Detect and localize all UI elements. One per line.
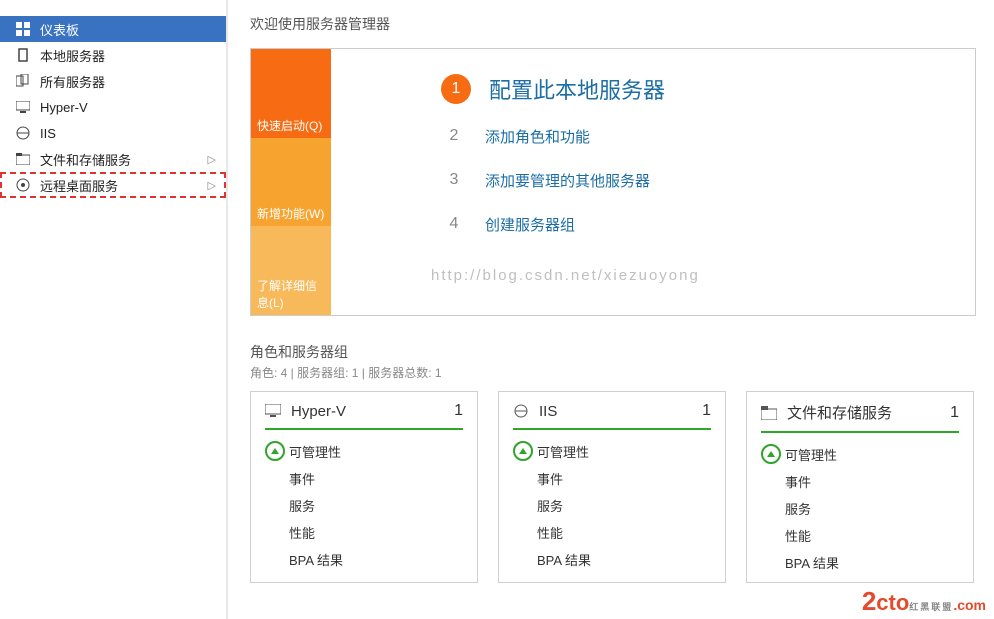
tab-label: 新增功能(W): [257, 205, 324, 222]
card-line-bpa[interactable]: BPA 结果: [761, 549, 959, 576]
card-line-bpa[interactable]: BPA 结果: [513, 546, 711, 573]
step-number: 1: [441, 74, 471, 104]
file-icon: [761, 406, 777, 420]
sidebar-item-label: 本地服务器: [40, 46, 105, 65]
main-content: 欢迎使用服务器管理器 快速启动(Q) 新增功能(W) 了解详细信息(L) 1 配…: [228, 0, 994, 583]
card-file-storage[interactable]: 文件和存储服务 1 可管理性 事件 服务 性能 BPA 结果: [746, 391, 974, 583]
iis-icon: [14, 126, 32, 140]
hyperv-icon: [14, 101, 32, 113]
sidebar-item-iis[interactable]: IIS: [0, 120, 226, 146]
sidebar: 仪表板 本地服务器 所有服务器 Hyper-V IIS 文件和存储服务 ▷ 远程…: [0, 0, 228, 619]
step-number: 2: [441, 123, 467, 149]
step-text: 添加角色和功能: [485, 126, 590, 147]
step-text: 配置此本地服务器: [489, 73, 665, 105]
card-line-events[interactable]: 事件: [761, 468, 959, 495]
card-line-services[interactable]: 服务: [265, 492, 463, 519]
step-add-servers[interactable]: 3 添加要管理的其他服务器: [441, 167, 963, 193]
tab-quickstart[interactable]: 快速启动(Q): [251, 49, 331, 138]
watermark-text: http://blog.csdn.net/xiezuoyong: [431, 267, 963, 284]
chevron-right-icon: ▷: [208, 179, 216, 192]
card-line-events[interactable]: 事件: [513, 465, 711, 492]
card-line-manageability[interactable]: 可管理性: [761, 441, 959, 468]
card-count: 1: [454, 402, 463, 420]
dashboard-icon: [14, 22, 32, 36]
step-number: 3: [441, 167, 467, 193]
status-ok-icon: [761, 444, 781, 464]
role-cards: Hyper-V 1 可管理性 事件 服务 性能 BPA 结果 IIS 1 可管理…: [250, 391, 976, 583]
sidebar-item-label: Hyper-V: [40, 100, 88, 115]
file-icon: [14, 153, 32, 165]
card-hyperv[interactable]: Hyper-V 1 可管理性 事件 服务 性能 BPA 结果: [250, 391, 478, 583]
server-icon: [14, 48, 32, 62]
card-line-events[interactable]: 事件: [265, 465, 463, 492]
step-create-group[interactable]: 4 创建服务器组: [441, 211, 963, 237]
card-divider: [761, 431, 959, 433]
step-text: 创建服务器组: [485, 214, 575, 235]
sidebar-item-label: IIS: [40, 126, 56, 141]
card-divider: [513, 428, 711, 430]
card-count: 1: [702, 402, 711, 420]
chevron-right-icon: ▷: [208, 153, 216, 166]
sidebar-item-label: 所有服务器: [40, 72, 105, 91]
sidebar-item-label: 远程桌面服务: [40, 176, 118, 195]
step-configure-local[interactable]: 1 配置此本地服务器: [441, 73, 963, 105]
roles-section-subtitle: 角色: 4 | 服务器组: 1 | 服务器总数: 1: [250, 364, 976, 381]
servers-icon: [14, 74, 32, 88]
card-line-performance[interactable]: 性能: [513, 519, 711, 546]
card-count: 1: [950, 404, 959, 422]
card-title-text: 文件和存储服务: [787, 402, 892, 423]
sidebar-item-remote-desktop[interactable]: 远程桌面服务 ▷: [0, 172, 226, 198]
steps-area: 1 配置此本地服务器 2 添加角色和功能 3 添加要管理的其他服务器 4 创建服…: [331, 49, 975, 315]
welcome-tabs: 快速启动(Q) 新增功能(W) 了解详细信息(L): [251, 49, 331, 315]
watermark-logo: 2cto红黑联盟.com: [862, 586, 986, 617]
card-title-text: IIS: [539, 403, 557, 420]
sidebar-item-all-servers[interactable]: 所有服务器: [0, 68, 226, 94]
rds-icon: [14, 178, 32, 192]
sidebar-item-local-server[interactable]: 本地服务器: [0, 42, 226, 68]
tab-whatsnew[interactable]: 新增功能(W): [251, 138, 331, 227]
tab-label: 了解详细信息(L): [257, 277, 325, 311]
card-divider: [265, 428, 463, 430]
sidebar-item-file-storage[interactable]: 文件和存储服务 ▷: [0, 146, 226, 172]
card-line-performance[interactable]: 性能: [265, 519, 463, 546]
sidebar-item-label: 仪表板: [40, 20, 79, 39]
card-line-manageability[interactable]: 可管理性: [265, 438, 463, 465]
card-line-performance[interactable]: 性能: [761, 522, 959, 549]
step-add-roles[interactable]: 2 添加角色和功能: [441, 123, 963, 149]
welcome-title: 欢迎使用服务器管理器: [250, 14, 976, 34]
tab-label: 快速启动(Q): [257, 117, 322, 134]
status-ok-icon: [513, 441, 533, 461]
welcome-panel: 快速启动(Q) 新增功能(W) 了解详细信息(L) 1 配置此本地服务器 2 添…: [250, 48, 976, 316]
card-line-services[interactable]: 服务: [513, 492, 711, 519]
card-line-manageability[interactable]: 可管理性: [513, 438, 711, 465]
card-title-text: Hyper-V: [291, 403, 346, 420]
step-number: 4: [441, 211, 467, 237]
card-line-bpa[interactable]: BPA 结果: [265, 546, 463, 573]
sidebar-item-hyperv[interactable]: Hyper-V: [0, 94, 226, 120]
step-text: 添加要管理的其他服务器: [485, 170, 650, 191]
card-line-services[interactable]: 服务: [761, 495, 959, 522]
iis-icon: [513, 403, 529, 419]
card-iis[interactable]: IIS 1 可管理性 事件 服务 性能 BPA 结果: [498, 391, 726, 583]
sidebar-item-dashboard[interactable]: 仪表板: [0, 16, 226, 42]
tab-learnmore[interactable]: 了解详细信息(L): [251, 226, 331, 315]
status-ok-icon: [265, 441, 285, 461]
hyperv-icon: [265, 404, 281, 418]
roles-section-title: 角色和服务器组: [250, 342, 976, 362]
sidebar-item-label: 文件和存储服务: [40, 150, 131, 169]
